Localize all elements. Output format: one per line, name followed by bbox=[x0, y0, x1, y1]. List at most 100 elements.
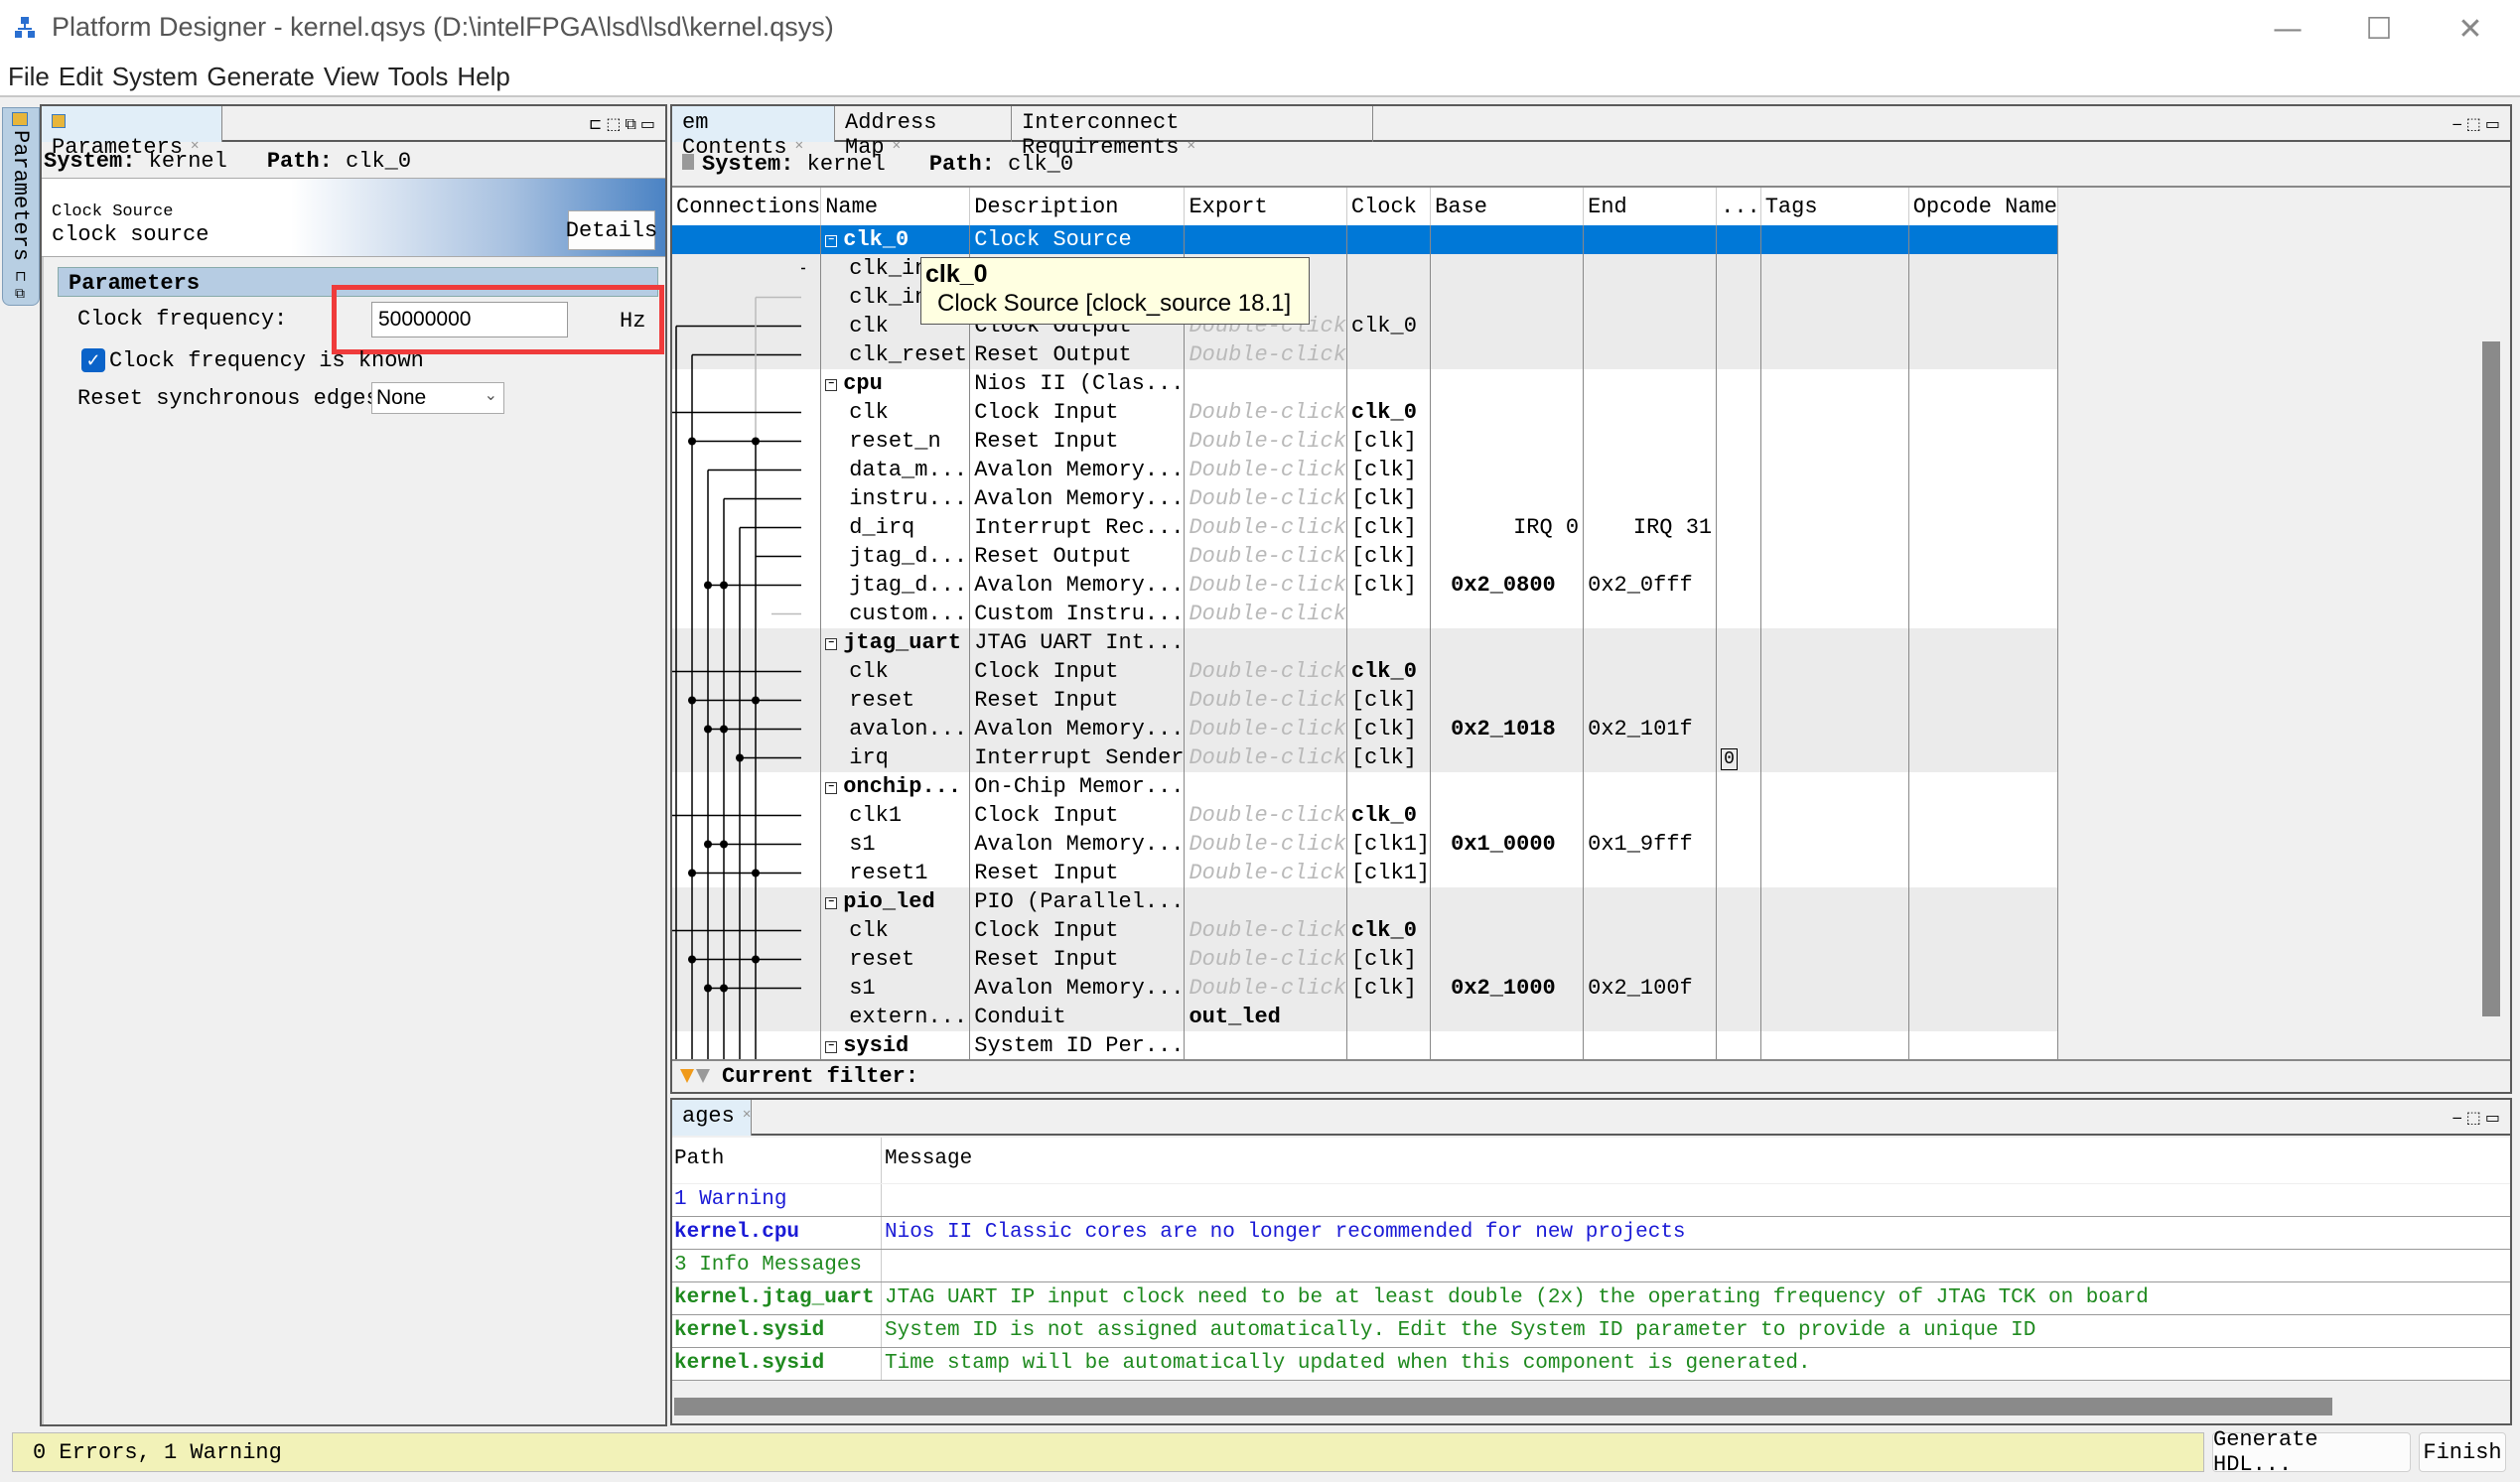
clock-cell[interactable] bbox=[1346, 600, 1432, 628]
clock-cell[interactable] bbox=[1346, 254, 1432, 283]
export-cell[interactable]: Double-click bbox=[1184, 801, 1347, 830]
export-cell[interactable] bbox=[1184, 628, 1347, 657]
name-cell[interactable]: clk bbox=[820, 657, 971, 686]
clock-cell[interactable]: [clk] bbox=[1346, 715, 1432, 743]
name-cell[interactable]: clk1 bbox=[820, 801, 971, 830]
interface-row[interactable]: reset Reset Input Double-click [clk] bbox=[672, 686, 2058, 715]
interface-row[interactable]: jtag_d... Reset Output Double-click [clk] bbox=[672, 542, 2058, 571]
component-row[interactable]: − clk_0 Clock Source bbox=[672, 225, 2058, 254]
col-name[interactable]: Name bbox=[820, 188, 971, 225]
interface-row[interactable]: reset1 Reset Input Double-click [clk1] bbox=[672, 859, 2058, 887]
detach-icon[interactable]: ⬚ bbox=[2466, 1108, 2485, 1127]
export-cell[interactable]: Double-click bbox=[1184, 686, 1347, 715]
reset-edges-select[interactable]: None ⌄ bbox=[371, 382, 504, 414]
maximize-icon[interactable]: ▭ bbox=[2485, 1108, 2504, 1127]
horizontal-scrollbar[interactable] bbox=[674, 1398, 2332, 1415]
collapse-icon[interactable]: − bbox=[825, 782, 838, 794]
menu-system[interactable]: System bbox=[112, 62, 199, 92]
clock-known-checkbox[interactable]: ✓ bbox=[81, 348, 105, 372]
name-cell[interactable]: clk bbox=[820, 398, 971, 427]
menu-view[interactable]: View bbox=[324, 62, 379, 92]
name-cell[interactable]: s1 bbox=[820, 830, 971, 859]
generate-hdl-button[interactable]: Generate HDL... bbox=[2212, 1427, 2411, 1477]
clock-cell[interactable]: [clk] bbox=[1346, 743, 1432, 772]
minimize-button[interactable]: — bbox=[2248, 6, 2327, 52]
name-cell[interactable]: extern... bbox=[820, 1003, 971, 1031]
vertical-scrollbar[interactable] bbox=[2482, 341, 2500, 1016]
clock-cell[interactable]: [clk] bbox=[1346, 542, 1432, 571]
message-row[interactable]: 1 Warning bbox=[672, 1184, 2510, 1217]
export-cell[interactable]: Double-click bbox=[1184, 974, 1347, 1003]
message-row[interactable]: kernel.sysid Time stamp will be automatic… bbox=[672, 1348, 2510, 1381]
name-cell[interactable]: − sysid bbox=[820, 1031, 971, 1059]
menu-file[interactable]: File bbox=[8, 62, 50, 92]
export-cell[interactable]: Double-click bbox=[1184, 484, 1347, 513]
col-irq[interactable]: ... bbox=[1716, 188, 1761, 225]
export-cell[interactable] bbox=[1184, 1031, 1347, 1059]
menu-tools[interactable]: Tools bbox=[388, 62, 449, 92]
tab-address-map[interactable]: Address Map ✕ bbox=[835, 106, 1012, 160]
name-cell[interactable]: − pio_led bbox=[820, 887, 971, 916]
clock-cell[interactable]: [clk] bbox=[1346, 513, 1432, 542]
name-cell[interactable]: clk bbox=[820, 916, 971, 945]
clock-cell[interactable] bbox=[1346, 340, 1432, 369]
clock-cell[interactable]: [clk] bbox=[1346, 686, 1432, 715]
name-cell[interactable]: irq bbox=[820, 743, 971, 772]
interface-row[interactable]: clk Clock Input Double-click clk_0 bbox=[672, 657, 2058, 686]
col-connections[interactable]: Connections bbox=[672, 188, 822, 225]
restore-icon[interactable]: ⧉ bbox=[15, 287, 25, 303]
export-cell[interactable]: Double-click bbox=[1184, 513, 1347, 542]
export-cell[interactable]: Double-click bbox=[1184, 859, 1347, 887]
interface-row[interactable]: clk Clock Input Double-click clk_0 bbox=[672, 916, 2058, 945]
finish-button[interactable]: Finish bbox=[2419, 1432, 2506, 1472]
collapse-icon[interactable]: − bbox=[825, 897, 838, 909]
name-cell[interactable]: s1 bbox=[820, 974, 971, 1003]
clock-cell[interactable]: clk_0 bbox=[1346, 801, 1432, 830]
interface-row[interactable]: clk_reset Reset Output Double-click bbox=[672, 340, 2058, 369]
clock-cell[interactable]: [clk1] bbox=[1346, 830, 1432, 859]
clock-cell[interactable] bbox=[1346, 1031, 1432, 1059]
export-cell[interactable] bbox=[1184, 772, 1347, 801]
name-cell[interactable]: reset_n bbox=[820, 427, 971, 456]
export-cell[interactable] bbox=[1184, 887, 1347, 916]
export-cell[interactable] bbox=[1184, 225, 1347, 254]
connection-dot[interactable] bbox=[704, 581, 712, 590]
filter-icon[interactable] bbox=[680, 1069, 694, 1083]
name-cell[interactable]: d_irq bbox=[820, 513, 971, 542]
interface-row[interactable]: clk_inClock Inputexport bbox=[672, 254, 2058, 283]
menu-help[interactable]: Help bbox=[457, 62, 509, 92]
export-cell[interactable]: Double-click bbox=[1184, 743, 1347, 772]
clear-filter-icon[interactable] bbox=[696, 1069, 710, 1083]
clock-cell[interactable] bbox=[1346, 772, 1432, 801]
clock-cell[interactable]: [clk] bbox=[1346, 484, 1432, 513]
pin-icon[interactable]: ⊏ bbox=[589, 114, 606, 133]
name-cell[interactable]: data_m... bbox=[820, 456, 971, 484]
clock-cell[interactable]: [clk] bbox=[1346, 571, 1432, 600]
interface-row[interactable]: clk_in...Reset Input bbox=[672, 283, 2058, 312]
connection-dot[interactable] bbox=[736, 753, 744, 762]
interface-row[interactable]: jtag_d... Avalon Memory... Double-click [cl… bbox=[672, 571, 2058, 600]
export-cell[interactable]: Double-click bbox=[1184, 600, 1347, 628]
clock-cell[interactable] bbox=[1346, 369, 1432, 398]
component-row[interactable]: − pio_led PIO (Parallel... bbox=[672, 887, 2058, 916]
collapse-icon[interactable]: − bbox=[825, 235, 838, 247]
collapse-icon[interactable]: − bbox=[825, 638, 838, 650]
interface-row[interactable]: clk Clock Input Double-click clk_0 bbox=[672, 398, 2058, 427]
clock-cell[interactable]: clk_0 bbox=[1346, 916, 1432, 945]
component-row[interactable]: − jtag_uart JTAG UART Int... bbox=[672, 628, 2058, 657]
menu-edit[interactable]: Edit bbox=[59, 62, 103, 92]
connection-dot[interactable] bbox=[720, 725, 728, 734]
message-row[interactable]: kernel.sysid System ID is not assigned au… bbox=[672, 1315, 2510, 1348]
clock-cell[interactable]: clk_0 bbox=[1346, 312, 1432, 340]
export-cell[interactable]: Double-click bbox=[1184, 340, 1347, 369]
side-tab-parameters[interactable]: Parameters ⊓ ⧉ bbox=[2, 107, 40, 306]
connection-dot[interactable] bbox=[704, 840, 712, 849]
col-opcode-name[interactable]: Opcode Name bbox=[1908, 188, 2058, 225]
tab-system-contents[interactable]: em Contents ✕ bbox=[672, 106, 835, 160]
component-row[interactable]: − onchip... On-Chip Memor... bbox=[672, 772, 2058, 801]
clock-cell[interactable]: [clk] bbox=[1346, 974, 1432, 1003]
clock-cell[interactable] bbox=[1346, 628, 1432, 657]
export-cell[interactable]: Double-click bbox=[1184, 456, 1347, 484]
connection-dot[interactable] bbox=[704, 984, 712, 993]
connection-dot[interactable] bbox=[704, 725, 712, 734]
